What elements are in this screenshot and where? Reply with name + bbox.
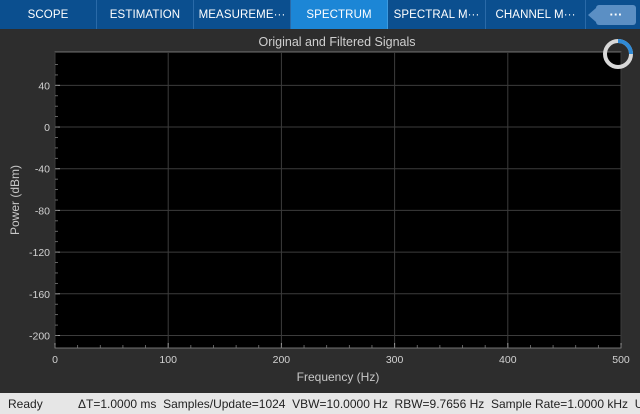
x-tick-label: 200 bbox=[273, 354, 291, 366]
x-tick-label: 400 bbox=[499, 354, 517, 366]
spectrum-axes[interactable]: 400-40-80-120-160-200 0 100 200 300 400 500 F… bbox=[0, 0, 640, 393]
loading-spinner-icon bbox=[603, 39, 633, 69]
status-ready: Ready bbox=[8, 396, 43, 411]
x-tick-label: 500 bbox=[612, 354, 630, 366]
plot-title: Original and Filtered Signals bbox=[258, 35, 416, 49]
status-bar: Ready ΔT=1.0000 ms Samples/Update=1024 V… bbox=[0, 393, 640, 414]
y-tick-label: -200 bbox=[29, 330, 50, 342]
y-tick-label: -160 bbox=[29, 289, 50, 301]
status-samples-update: Samples/Update=1024 bbox=[163, 396, 286, 411]
status-rbw: RBW=9.7656 Hz bbox=[394, 396, 485, 411]
y-tick-labels: 40 0 -40 -80 -120 -160 -200 bbox=[29, 80, 50, 342]
status-vbw: VBW=10.0000 Hz bbox=[292, 396, 388, 411]
x-tick-label: 0 bbox=[52, 354, 58, 366]
x-tick-label: 100 bbox=[159, 354, 177, 366]
y-tick-label: -80 bbox=[35, 205, 50, 217]
status-measurements: ΔT=1.0000 ms Samples/Update=1024 VBW=10.… bbox=[78, 397, 640, 411]
status-trailing: U bbox=[634, 396, 640, 411]
y-axis-label: Power (dBm) bbox=[8, 165, 22, 235]
y-tick-label: 40 bbox=[38, 80, 50, 92]
x-tick-labels: 0 100 200 300 400 500 bbox=[52, 354, 630, 366]
x-tick-label: 300 bbox=[386, 354, 404, 366]
x-axis-label: Frequency (Hz) bbox=[297, 370, 380, 384]
plot-area bbox=[54, 51, 622, 349]
y-tick-label: -40 bbox=[35, 164, 50, 176]
status-delta-t: ΔT=1.0000 ms bbox=[78, 396, 157, 411]
y-tick-label: 0 bbox=[44, 122, 50, 134]
status-sample-rate: Sample Rate=1.0000 kHz bbox=[490, 396, 629, 411]
y-tick-label: -120 bbox=[29, 247, 50, 259]
